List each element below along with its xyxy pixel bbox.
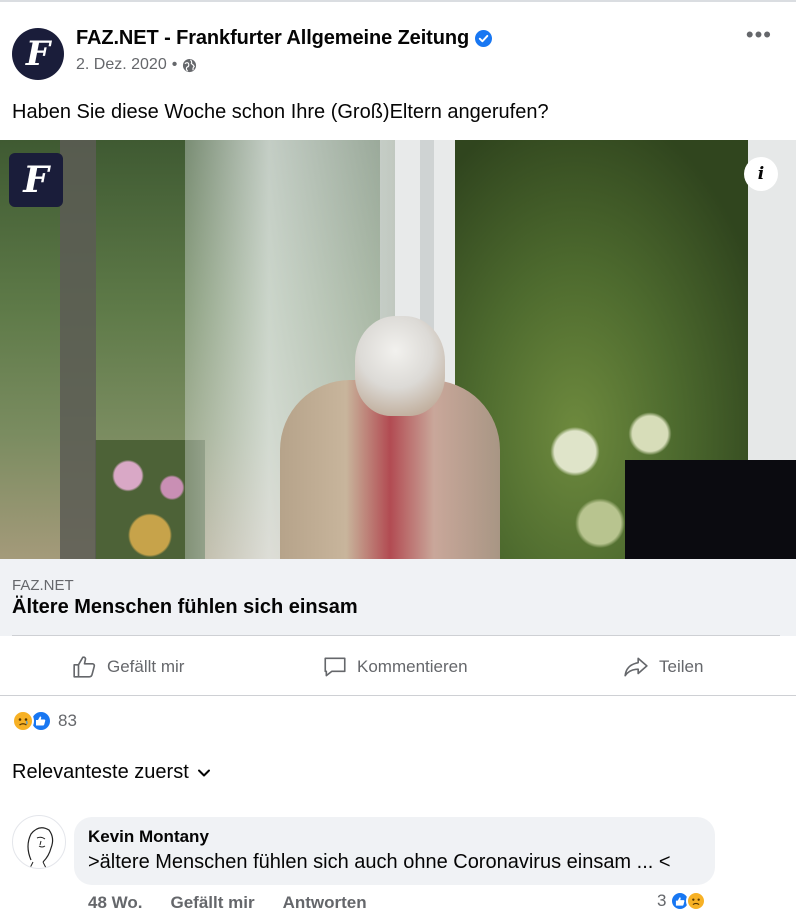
comment-sort-dropdown[interactable]: Relevanteste zuerst [12,761,211,784]
like-button[interactable]: Gefällt mir [72,641,184,693]
page-name: FAZ.NET - Frankfurter Allgemeine Zeitung [76,27,470,49]
comment-reactions[interactable]: 3 [657,891,707,909]
post-date[interactable]: 2. Dez. 2020 [76,56,167,74]
comment-like-button[interactable]: Gefällt mir [170,893,254,909]
actions-divider [0,695,796,696]
comment-sad-reaction-icon [686,891,707,909]
media-logo-glyph: F [23,159,49,201]
comment-button[interactable]: Kommentieren [322,641,468,693]
link-title: Ältere Menschen fühlen sich einsam [12,596,358,618]
post-text: Haben Sie diese Woche schon Ihre (Groß)E… [12,101,549,123]
sort-label: Relevanteste zuerst [12,761,189,783]
share-button[interactable]: Teilen [622,641,703,693]
comment-bubble: Kevin Montany >ältere Menschen fühlen si… [74,817,715,885]
page-avatar[interactable]: F [12,28,64,80]
page-name-link[interactable]: FAZ.NET - Frankfurter Allgemeine Zeitung [76,27,493,50]
post-meta: 2. Dez. 2020 • [76,56,197,74]
media-monitor [625,460,796,559]
share-arrow-icon [624,657,648,677]
comment-label: Kommentieren [357,657,468,676]
info-button[interactable]: i [744,157,778,191]
reactions-summary[interactable]: 83 [12,710,77,732]
link-preview-card[interactable]: FAZ.NET Ältere Menschen fühlen sich eins… [0,559,796,636]
chevron-down-icon [197,769,210,776]
comment-footer: 48 Wo. Gefällt mir Antworten [88,893,395,909]
globe-icon [183,58,197,72]
more-options-button[interactable]: ••• [746,22,772,48]
comment-age[interactable]: 48 Wo. [88,893,142,909]
comment-author[interactable]: Kevin Montany [88,827,209,847]
comment-icon [324,657,346,677]
top-divider [0,0,796,2]
post-media[interactable]: F i [0,140,796,559]
sad-reaction-icon [12,710,34,732]
comment-reply-button[interactable]: Antworten [283,893,367,909]
thumbs-up-icon [73,656,96,678]
meta-separator: • [171,56,178,73]
media-faz-logo: F [9,153,63,207]
card-divider [12,635,780,636]
comment-reaction-count: 3 [657,891,667,909]
verified-badge-icon [475,30,493,47]
media-person-head [355,316,445,416]
action-bar: Gefällt mir Kommentieren Teilen [0,641,796,693]
commenter-avatar[interactable] [12,815,66,869]
faz-logo: F [25,34,51,74]
link-domain: FAZ.NET [12,577,74,594]
media-window-frame [60,140,96,559]
comment-text: >ältere Menschen fühlen sich auch ohne C… [88,851,671,873]
like-label: Gefällt mir [107,657,185,676]
reaction-count: 83 [58,711,77,730]
sketch-face-icon [27,827,54,868]
share-label: Teilen [659,657,704,676]
